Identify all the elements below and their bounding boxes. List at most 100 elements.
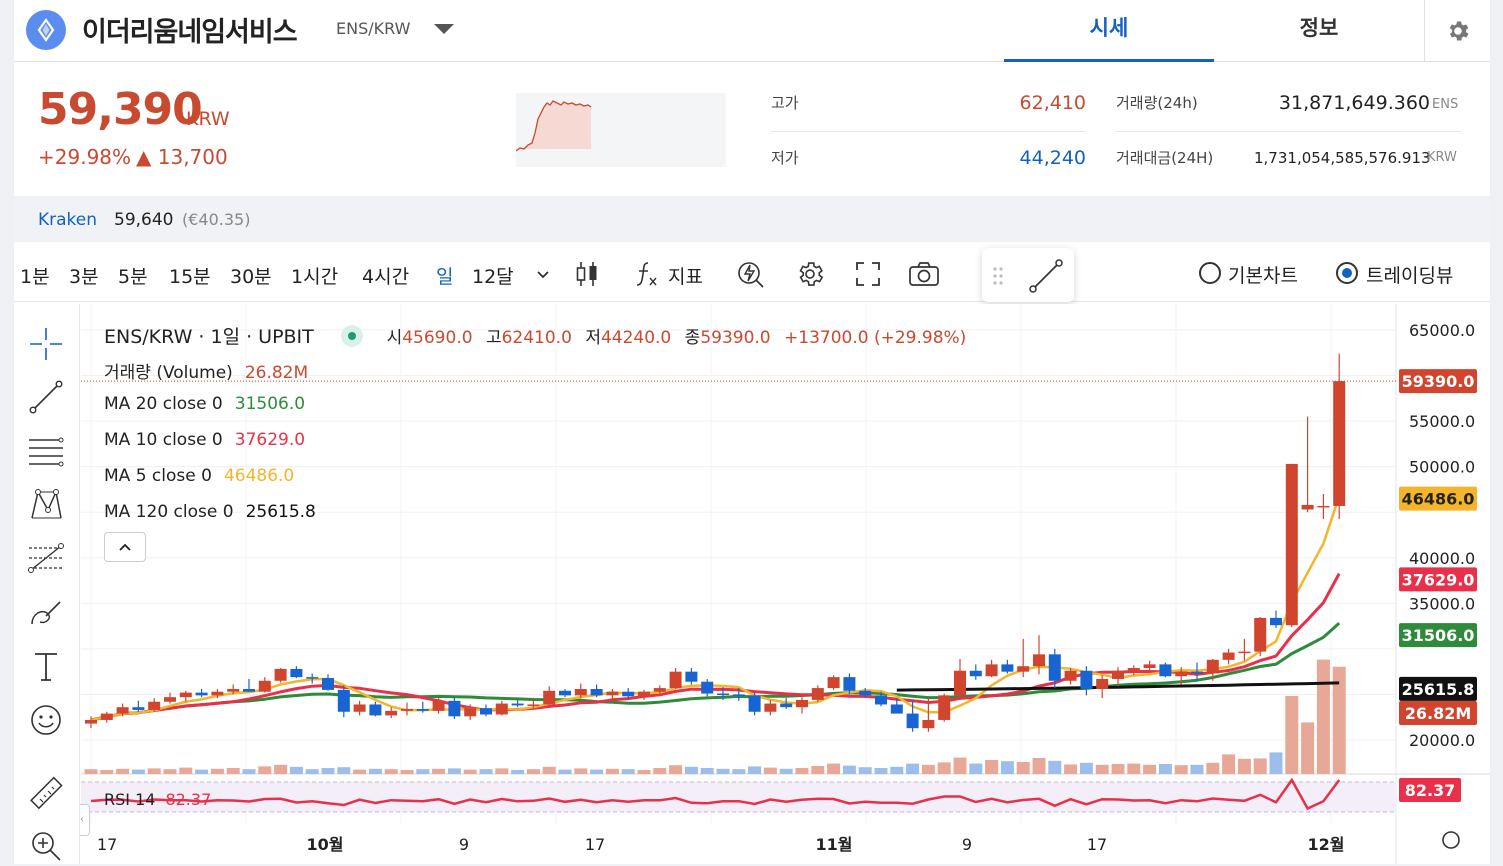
measure-tool[interactable] xyxy=(26,774,66,814)
rsi-legend-label: RSI 14 xyxy=(104,790,156,809)
volume-bar xyxy=(716,768,730,774)
low-label: 저 xyxy=(585,328,601,348)
line-tool[interactable] xyxy=(26,377,66,417)
price-tag-label: 26.82M xyxy=(1405,704,1472,723)
price-tag-label: 37629.0 xyxy=(1402,570,1475,589)
volume-bar xyxy=(763,767,777,774)
screenshot-button[interactable] xyxy=(907,257,941,291)
coin-pair[interactable]: ENS/KRW xyxy=(336,19,410,38)
volume-bar xyxy=(1016,762,1030,774)
timeframe-12mo[interactable]: 12달 xyxy=(472,262,514,289)
timeframe-5m[interactable]: 5분 xyxy=(118,262,148,289)
indicator-label[interactable]: 지표 xyxy=(668,262,703,289)
candle-body xyxy=(859,690,872,696)
radio-basic-chart[interactable] xyxy=(1199,262,1221,284)
candle-body xyxy=(653,688,666,692)
basic-chart-label[interactable]: 기본차트 xyxy=(1228,261,1298,288)
ma20-legend-label: MA 20 close 0 xyxy=(104,394,223,414)
fib-retracement-icon xyxy=(28,543,64,573)
exchange-eur: (€40.35) xyxy=(182,210,251,229)
legend-rsi: RSI 14 82.37 xyxy=(104,790,211,809)
volume-bar xyxy=(842,765,856,774)
open-label: 시 xyxy=(386,328,403,348)
exchange-name[interactable]: Kraken xyxy=(38,210,97,230)
timeframe-30m[interactable]: 30분 xyxy=(230,262,272,289)
candle-body xyxy=(796,699,808,708)
candle-body xyxy=(195,692,208,696)
volume-bar xyxy=(937,762,951,774)
chart-type-button[interactable] xyxy=(570,257,604,291)
radio-tradingview[interactable] xyxy=(1336,262,1358,284)
settings-button[interactable] xyxy=(1424,0,1490,62)
candle-body xyxy=(574,688,587,696)
ruler-icon xyxy=(30,776,63,810)
drag-handle-icon[interactable] xyxy=(992,266,1004,286)
smiley-icon xyxy=(31,705,61,735)
tradingview-label[interactable]: 트레이딩뷰 xyxy=(1366,261,1453,288)
scroll-left-handle[interactable]: ‹ xyxy=(80,804,90,836)
ma5-legend-value: 46486.0 xyxy=(223,466,295,486)
candle-body xyxy=(559,690,571,696)
timeframe-1h[interactable]: 1시간 xyxy=(291,262,338,289)
legend-collapse-button[interactable] xyxy=(104,532,146,562)
stat-divider xyxy=(1116,131,1461,132)
candle-body xyxy=(780,703,793,708)
candles-icon xyxy=(576,262,597,286)
x-axis-tick: 17 xyxy=(1087,835,1107,854)
horizontal-lines-tool[interactable] xyxy=(26,430,66,470)
volume-bar xyxy=(1048,760,1062,774)
volume-bar xyxy=(1000,761,1014,774)
market-status-dot xyxy=(341,325,364,347)
ma5-legend-label: MA 5 close 0 xyxy=(104,466,212,486)
volume-bar xyxy=(416,769,430,774)
pattern-icon xyxy=(31,489,62,519)
volume-bar xyxy=(1285,696,1299,774)
candle-body xyxy=(701,681,714,694)
crosshair-tool[interactable] xyxy=(26,324,66,364)
pattern-tool[interactable] xyxy=(26,484,66,524)
brush-tool[interactable] xyxy=(26,592,66,632)
timeframe-1m[interactable]: 1분 xyxy=(20,262,50,289)
volume-bar xyxy=(669,765,683,774)
change-value: +13700.0 (+29.98%) xyxy=(784,328,967,348)
volume-bar xyxy=(321,768,335,774)
candlestick-chart[interactable]: 65000.0 55000.0 50000.0 40000.0 35000.0 20000… xyxy=(81,304,1490,864)
candle-body xyxy=(369,704,382,716)
tab-price[interactable]: 시세 xyxy=(1004,0,1214,62)
mini-price-chart xyxy=(515,93,726,167)
timeframe-day[interactable]: 일 xyxy=(436,262,453,289)
pair-dropdown-caret-icon[interactable] xyxy=(434,24,454,34)
axis-settings-icon[interactable] xyxy=(1442,831,1460,849)
alert-button[interactable] xyxy=(734,257,768,291)
amount-label: 거래대금(24H) xyxy=(1116,149,1214,167)
fibonacci-tool[interactable] xyxy=(26,538,66,578)
timeframe-4h[interactable]: 4시간 xyxy=(362,262,409,289)
volume-bar xyxy=(1222,754,1236,774)
trend-line-icon[interactable] xyxy=(1028,258,1064,294)
timeframe-15m[interactable]: 15분 xyxy=(169,262,211,289)
amount-value: 1,731,054,585,576.913 xyxy=(1254,149,1431,167)
zoom-tool[interactable] xyxy=(26,826,66,866)
volume-bar xyxy=(258,766,272,774)
chart-settings-button[interactable] xyxy=(793,257,827,291)
price-unit: KRW xyxy=(186,108,230,130)
indicator-button[interactable] xyxy=(630,257,664,291)
stat-divider xyxy=(771,131,1086,132)
volume-bar xyxy=(84,769,98,774)
text-tool[interactable] xyxy=(26,646,66,686)
candle-body xyxy=(1270,617,1282,626)
fullscreen-button[interactable] xyxy=(851,257,885,291)
coin-name: 이더리움네임서비스 xyxy=(82,17,298,48)
drawing-toolbar-popup[interactable] xyxy=(982,248,1074,302)
volume-bar xyxy=(590,769,604,774)
timeframe-dropdown-button[interactable] xyxy=(526,257,560,291)
tab-info[interactable]: 정보 xyxy=(1214,0,1424,62)
volume-bar xyxy=(226,768,240,774)
candle-body xyxy=(448,700,461,717)
legend-ma120: MA 120 close 0 25615.8 xyxy=(104,502,316,522)
emoji-tool[interactable] xyxy=(26,700,66,740)
timeframe-3m[interactable]: 3분 xyxy=(69,262,99,289)
candle-body xyxy=(1191,671,1203,674)
volume-bar xyxy=(337,767,351,774)
volume-bar xyxy=(1237,758,1251,774)
